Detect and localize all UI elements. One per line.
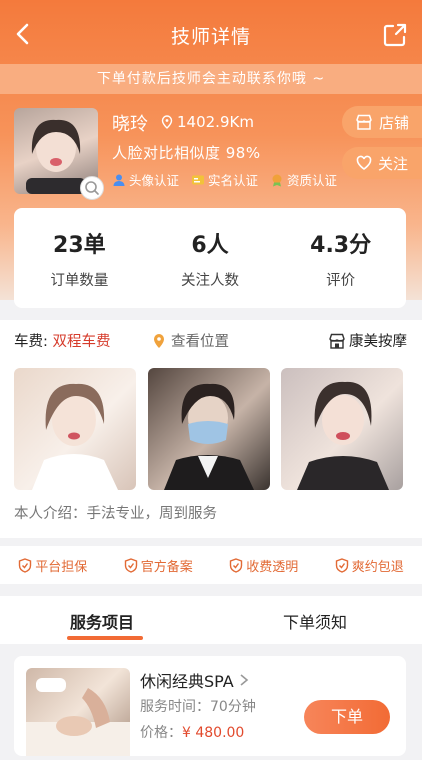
masked-portrait-photo-icon: [164, 383, 254, 490]
shield-icon: [19, 557, 32, 573]
top-bar: 技师详情: [0, 0, 422, 64]
person-icon: [113, 174, 125, 186]
service-time: 服务时间：70分钟: [140, 699, 256, 715]
location-pin-icon: [161, 115, 173, 129]
medal-icon: [272, 174, 282, 186]
distance-value: 1402.9Km: [177, 113, 254, 131]
realname-verified-badge: 实名认证: [191, 170, 258, 189]
shop-name-link[interactable]: 康美按摩: [328, 330, 407, 351]
photo-1[interactable]: [14, 368, 136, 490]
view-location-link[interactable]: 查看位置: [152, 330, 229, 351]
order-button[interactable]: 下单: [304, 700, 390, 734]
service-image: [26, 668, 130, 756]
portrait-photo-icon: [32, 383, 118, 490]
shield-icon: [335, 557, 348, 573]
guarantee-official: 官方备案: [124, 556, 193, 575]
store-icon: [356, 114, 372, 130]
guarantee-platform: 平台担保: [18, 556, 87, 575]
shop-icon: [329, 333, 345, 349]
tab-bar: 服务项目 下单须知: [0, 596, 422, 644]
stat-followers: 6人 关注人数: [180, 232, 239, 289]
verification-badges: 头像认证 实名认证 资质认证: [112, 170, 337, 189]
detail-section: 车费: 双程车费 查看位置 康美按摩 本人介绍：手法专业，周到服务: [0, 320, 422, 538]
service-name: 休闲经典SPA: [140, 668, 249, 692]
tab-services[interactable]: 服务项目: [70, 609, 134, 633]
technician-name: 晓玲: [112, 114, 148, 135]
service-price: 价格：¥ 480.00: [140, 725, 245, 741]
id-card-icon: [192, 175, 205, 184]
shield-icon: [230, 557, 243, 573]
self-introduction: 本人介绍：手法专业，周到服务: [14, 506, 217, 522]
heart-icon: [356, 155, 372, 170]
tab-order-notice[interactable]: 下单须知: [283, 609, 347, 633]
avatar-verified-badge: 头像认证: [112, 170, 179, 189]
guarantee-bar: 平台担保 官方备案 收费透明 爽约包退: [0, 546, 422, 584]
follow-button[interactable]: 关注: [342, 147, 422, 179]
guarantee-transparent: 收费透明: [229, 556, 298, 575]
share-icon[interactable]: [382, 22, 408, 48]
portrait-photo-icon: [297, 381, 389, 490]
photo-2[interactable]: [148, 368, 270, 490]
qualification-verified-badge: 资质认证: [270, 170, 337, 189]
stats-card: 23单 订单数量 6人 关注人数 4.3分 评价: [14, 208, 406, 308]
shop-button[interactable]: 店铺: [342, 106, 422, 138]
map-pin-icon: [154, 333, 164, 348]
distance: 1402.9Km: [160, 113, 254, 131]
service-card[interactable]: 休闲经典SPA 服务时间：70分钟 价格：¥ 480.00 下单: [14, 656, 406, 756]
stat-orders: 23单 订单数量: [50, 232, 109, 289]
guarantee-refund: 爽约包退: [335, 556, 404, 575]
chevron-right-icon: [240, 674, 249, 686]
active-tab-indicator: [67, 636, 143, 640]
photo-3[interactable]: [281, 368, 403, 490]
zoom-search-icon[interactable]: [80, 176, 104, 200]
massage-photo-icon: [26, 678, 130, 756]
page-title: 技师详情: [170, 26, 251, 48]
price-value: ¥ 480.00: [182, 725, 245, 741]
shield-icon: [124, 557, 137, 573]
fare-info: 车费: 双程车费: [14, 334, 111, 350]
face-similarity: 人脸对比相似度 98%: [112, 144, 261, 162]
contact-notice: 下单付款后技师会主动联系你哦 ~: [0, 64, 422, 94]
stat-rating: 4.3分 评价: [310, 232, 372, 289]
